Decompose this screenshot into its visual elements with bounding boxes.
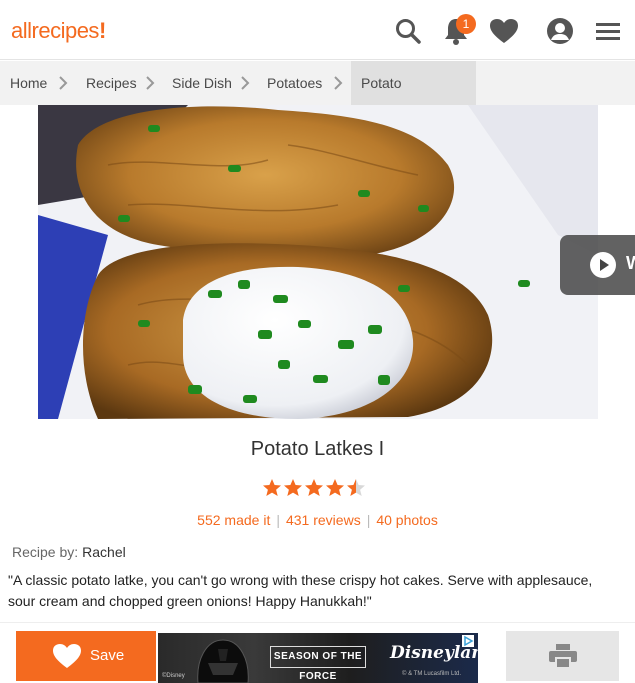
- advertisement-banner[interactable]: SEASON OF THE FORCE Disneyland © & TM Lu…: [158, 633, 478, 683]
- recipe-byline: Recipe by: Rachel: [12, 544, 126, 560]
- ad-footer: © & TM Lucasfilm Ltd.: [402, 671, 461, 677]
- breadcrumb-recipes[interactable]: Recipes: [86, 61, 137, 105]
- recipe-description: "A classic potato latke, you can't go wr…: [8, 572, 593, 609]
- helmet-icon: [197, 639, 249, 683]
- reviews-link[interactable]: 431 reviews: [286, 512, 361, 528]
- bottom-action-bar: Save SEASON OF THE FORCE Disneyland © & …: [0, 622, 635, 683]
- chevron-right-icon: [146, 76, 155, 90]
- star-rating[interactable]: [262, 478, 366, 498]
- print-button[interactable]: [506, 631, 619, 681]
- heart-icon: [53, 644, 81, 668]
- video-play-button[interactable]: W: [560, 235, 635, 295]
- chevron-right-icon: [334, 76, 343, 90]
- search-icon[interactable]: [392, 15, 424, 47]
- divider: |: [366, 512, 371, 528]
- logo-mark: !: [98, 18, 106, 43]
- made-it-link[interactable]: 552 made it: [197, 512, 270, 528]
- breadcrumb-potato-pancakes[interactable]: Potato Pancakes: [351, 61, 476, 135]
- divider: |: [276, 512, 280, 528]
- printer-icon: [548, 644, 577, 668]
- video-label: W: [626, 253, 635, 273]
- allrecipes-logo[interactable]: allrecipes!: [11, 18, 106, 44]
- site-header: allrecipes! 1: [0, 0, 635, 60]
- star-icon: [326, 479, 344, 496]
- adchoices-icon[interactable]: [462, 635, 474, 647]
- profile-icon[interactable]: [544, 15, 576, 47]
- notification-badge: 1: [456, 14, 476, 34]
- star-icon: [347, 479, 365, 496]
- logo-text: allrecipes: [11, 18, 99, 43]
- ad-footer-left: ©Disney: [162, 673, 185, 679]
- save-button[interactable]: Save: [16, 631, 156, 681]
- chevron-right-icon: [241, 76, 250, 90]
- chevron-right-icon: [59, 76, 68, 90]
- save-label: Save: [90, 647, 125, 664]
- recipe-title: Potato Latkes I: [250, 438, 385, 460]
- recipe-stats: 552 made it | 431 reviews | 40 photos: [0, 512, 635, 528]
- breadcrumb-side-dish[interactable]: Side Dish: [172, 61, 232, 105]
- play-icon: [590, 252, 616, 278]
- breadcrumb: Home Recipes Side Dish Potatoes Potato P…: [0, 61, 635, 135]
- heart-icon[interactable]: [488, 15, 520, 47]
- ad-headline: SEASON OF THE FORCE: [270, 646, 366, 682]
- byline-label: Recipe by:: [12, 544, 79, 560]
- photos-link[interactable]: 40 photos: [376, 512, 438, 528]
- breadcrumb-potatoes[interactable]: Potatoes: [267, 61, 322, 105]
- breadcrumb-home[interactable]: Home: [10, 61, 47, 105]
- recipe-photo[interactable]: [38, 105, 598, 419]
- menu-icon[interactable]: [592, 15, 624, 47]
- author-link[interactable]: Rachel: [82, 544, 126, 560]
- star-icon: [263, 479, 281, 496]
- star-icon: [305, 479, 323, 496]
- star-icon: [284, 479, 302, 496]
